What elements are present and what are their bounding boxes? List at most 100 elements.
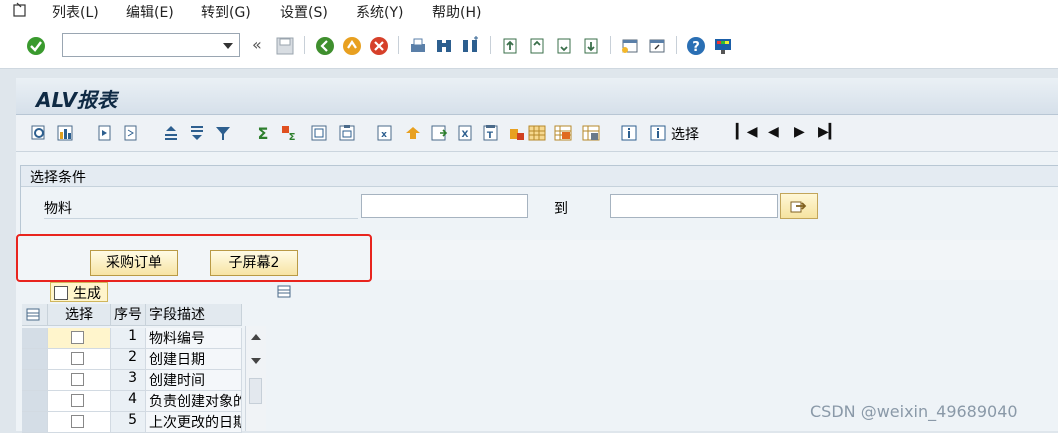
menu-help[interactable]: 帮助(H) [432,2,481,22]
row-selector[interactable] [22,349,48,370]
checkbox[interactable] [71,352,84,365]
select-button[interactable]: 选择 [671,124,699,144]
layout-menu-icon[interactable] [276,284,294,300]
row-selector[interactable] [22,412,48,433]
collapse-command-button[interactable]: « [252,35,262,54]
checkbox[interactable] [71,394,84,407]
scroll-up-icon[interactable] [251,334,261,340]
sort-ascending-icon[interactable] [162,124,180,142]
description-cell: 上次更改的日期 [146,412,242,433]
watermark: CSDN @weixin_49689040 [810,402,1018,421]
scroll-down-icon[interactable] [251,358,261,364]
application-toolbar: Σ Σ x X T 选择 ▎◀ ◀ ▶ ▶▎ [16,115,1058,152]
column-header-no[interactable]: 序号 [111,304,146,326]
vertical-scrollbar[interactable] [245,326,266,431]
row-selector[interactable] [22,391,48,412]
column-header-select[interactable]: 选择 [48,304,111,326]
first-page-icon[interactable] [500,36,520,56]
number-cell: 4 [111,391,146,412]
material-to-input[interactable] [610,194,778,218]
table-row[interactable]: 4 负责创建对象的 [22,391,242,412]
subtotal-icon[interactable]: Σ [280,124,298,142]
table-row[interactable]: 5 上次更改的日期 [22,412,242,433]
layout-icon[interactable] [338,124,356,142]
chevron-down-icon[interactable] [223,43,233,49]
checkbox[interactable] [71,415,84,428]
export-icon[interactable] [404,124,422,142]
command-field[interactable] [62,33,240,57]
shortcut-icon[interactable] [647,36,667,56]
number-cell: 2 [111,349,146,370]
table-row[interactable]: 2 创建日期 [22,349,242,370]
checkbox[interactable] [71,373,84,386]
sort-descending-icon[interactable] [188,124,206,142]
next-icon[interactable]: ▶ [794,124,805,140]
select-cell[interactable] [48,370,111,391]
grid-menu-icon [26,308,40,321]
graphic-icon[interactable] [508,124,526,142]
select-cell[interactable] [48,391,111,412]
select-cell[interactable] [48,328,111,349]
help-icon[interactable]: ? [686,36,706,56]
separator [676,36,677,54]
svg-text:Σ: Σ [258,124,269,142]
menu-goto[interactable]: 转到(G) [201,2,251,22]
save-layout-icon[interactable] [582,124,600,142]
previous-icon[interactable]: ◀ [768,124,779,140]
next-record-icon[interactable] [122,124,140,142]
sum-icon[interactable]: Σ [254,124,272,142]
cancel-icon[interactable] [369,36,389,56]
chart-icon[interactable] [56,124,74,142]
filter-icon[interactable] [214,124,232,142]
sap-menu-icon[interactable] [12,2,28,18]
new-session-icon[interactable] [620,36,640,56]
first-record-icon[interactable] [96,124,114,142]
mail-icon[interactable] [430,124,448,142]
save-icon[interactable] [275,36,295,56]
svg-text:x: x [381,130,387,140]
select-layout-icon[interactable] [554,124,572,142]
menu-system[interactable]: 系统(Y) [356,2,403,22]
scroll-thumb[interactable] [249,378,262,404]
generate-button[interactable]: 生成 [50,282,108,302]
word-processing-icon[interactable]: X [456,124,474,142]
table-row[interactable]: 3 创建时间 [22,370,242,391]
last-icon[interactable]: ▶▎ [818,124,840,140]
previous-page-icon[interactable] [527,36,547,56]
customize-layout-icon[interactable] [713,36,733,56]
next-page-icon[interactable] [554,36,574,56]
info-icon[interactable] [620,124,638,142]
exit-icon[interactable] [342,36,362,56]
print-preview-icon[interactable] [310,124,328,142]
select-cell[interactable] [48,412,111,433]
find-icon[interactable] [434,36,454,56]
last-page-icon[interactable] [581,36,601,56]
excel-icon[interactable]: x [376,124,394,142]
multiple-selection-button[interactable] [780,193,818,219]
generate-label: 生成 [73,286,101,302]
menu-edit[interactable]: 编辑(E) [126,2,174,22]
back-icon[interactable] [315,36,335,56]
print-icon[interactable] [408,36,428,56]
menu-settings[interactable]: 设置(S) [280,2,328,22]
material-from-input[interactable] [361,194,528,218]
first-icon[interactable]: ▎◀ [736,124,758,140]
details-icon[interactable] [30,124,48,142]
table-row[interactable]: 1 物料编号 [22,328,242,349]
select-cell[interactable] [48,349,111,370]
change-layout-icon[interactable] [528,124,546,142]
find-next-icon[interactable] [460,36,480,56]
menu-list[interactable]: 列表(L) [52,2,99,22]
enter-check-icon[interactable] [26,36,46,56]
separator [610,36,611,54]
grid-menu-header[interactable] [22,304,48,326]
number-cell: 3 [111,370,146,391]
checkbox[interactable] [71,331,84,344]
spreadsheet-icon[interactable]: T [482,124,500,142]
row-selector[interactable] [22,370,48,391]
arrow-right-icon [790,201,807,213]
column-header-desc[interactable]: 字段描述 [146,304,242,326]
row-selector[interactable] [22,328,48,349]
title-bar: ALV报表 [16,78,1058,115]
select-info-icon[interactable] [649,124,667,142]
